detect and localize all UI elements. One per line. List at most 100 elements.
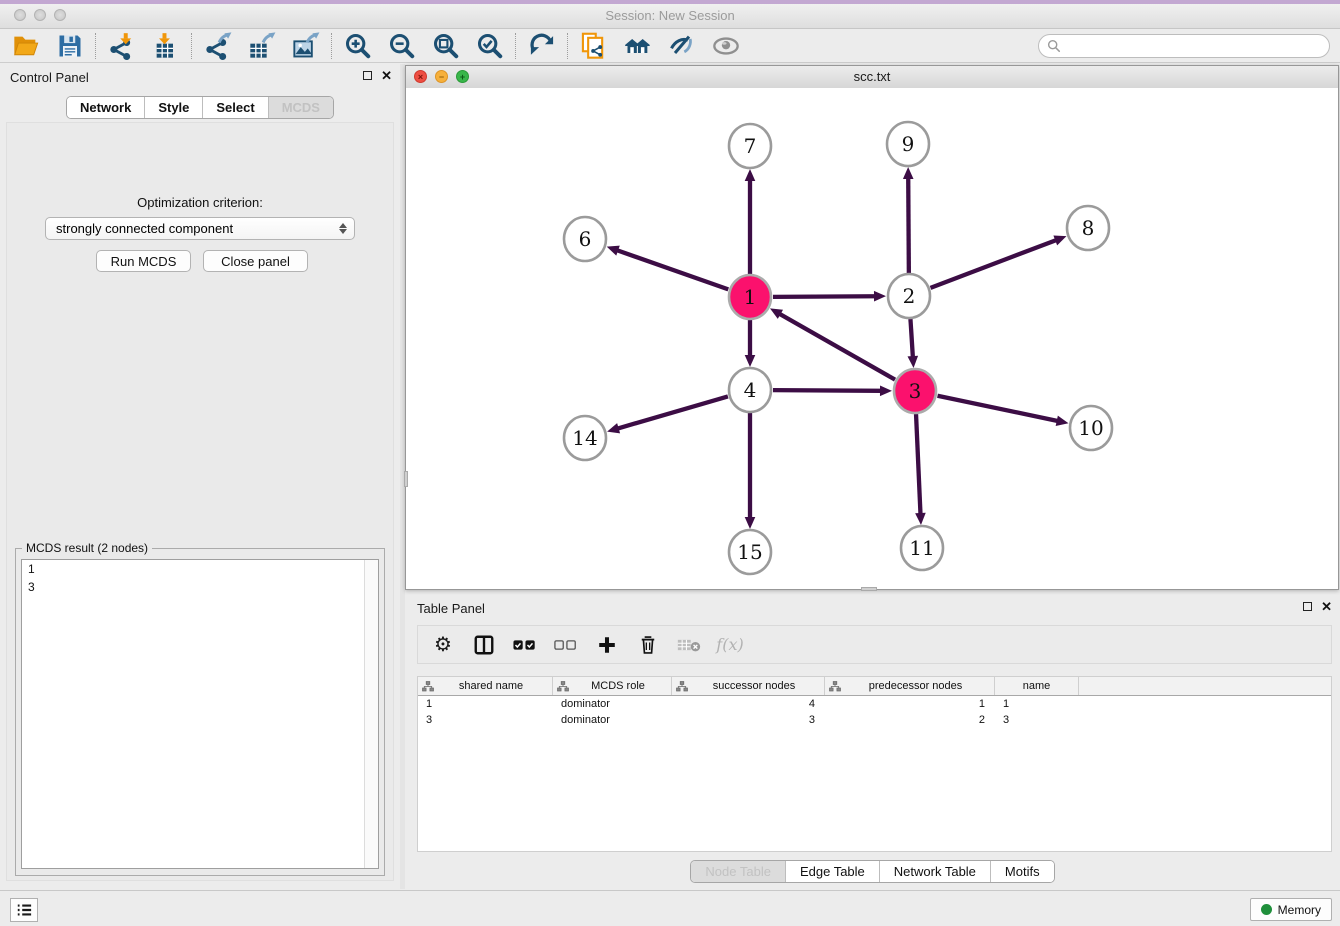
export-image-button[interactable] — [284, 30, 328, 62]
tab-mcds[interactable]: MCDS — [268, 97, 333, 118]
graph-edge-4-14[interactable] — [607, 396, 728, 433]
toggle-visual-style-button[interactable] — [660, 30, 704, 62]
network-window-titlebar[interactable]: × − + scc.txt — [406, 66, 1338, 89]
graph-node-15[interactable]: 15 — [729, 530, 771, 574]
result-scrollbar[interactable] — [364, 560, 378, 868]
network-canvas[interactable]: 7 9 6 8 1 2 4 3 14 10 15 11 — [406, 88, 1338, 589]
bottom-splitter-grip[interactable] — [861, 587, 877, 591]
table-row[interactable]: 3dominator323 — [418, 712, 1331, 728]
graph-edge-2-9[interactable] — [903, 167, 914, 273]
close-panel-icon[interactable]: ✕ — [381, 70, 392, 81]
column-header-shared-name[interactable]: shared name — [418, 677, 553, 695]
control-panel-title: Control Panel — [10, 70, 89, 85]
cell-successor-nodes: 4 — [672, 696, 825, 712]
graph-node-9[interactable]: 9 — [887, 122, 929, 166]
graph-node-10[interactable]: 10 — [1070, 406, 1112, 450]
toolbar-separator — [191, 33, 193, 59]
mcds-result-item[interactable]: 1 — [22, 560, 378, 578]
graph-node-8[interactable]: 8 — [1067, 206, 1109, 250]
graph-node-11[interactable]: 11 — [901, 526, 943, 570]
graph-edge-1-4[interactable] — [745, 320, 756, 367]
graph-edge-3-1[interactable] — [770, 308, 895, 379]
run-mcds-button[interactable]: Run MCDS — [96, 250, 191, 272]
graph-node-3[interactable]: 3 — [894, 369, 936, 413]
graph-edge-3-11[interactable] — [915, 414, 926, 525]
delete-row-button[interactable] — [635, 632, 661, 658]
open-session-button[interactable] — [4, 30, 48, 62]
tab-select[interactable]: Select — [202, 97, 267, 118]
zoom-out-button[interactable] — [380, 30, 424, 62]
tab-motifs[interactable]: Motifs — [990, 861, 1054, 882]
table-settings-button[interactable]: ⚙ — [430, 632, 456, 658]
column-header-predecessor-nodes[interactable]: predecessor nodes — [825, 677, 995, 695]
close-panel-button[interactable]: Close panel — [203, 250, 308, 272]
select-all-button[interactable] — [512, 632, 538, 658]
left-splitter-grip[interactable] — [404, 471, 408, 487]
float-panel-icon[interactable] — [363, 71, 372, 80]
task-history-button[interactable] — [10, 898, 38, 922]
mcds-result-title: MCDS result (2 nodes) — [22, 541, 152, 555]
graph-node-6[interactable]: 6 — [564, 217, 606, 261]
graph-node-14[interactable]: 14 — [564, 416, 606, 460]
column-header-MCDS-role[interactable]: MCDS role — [553, 677, 672, 695]
search-input[interactable] — [1066, 38, 1321, 54]
export-table-button[interactable] — [240, 30, 284, 62]
svg-text:11: 11 — [909, 536, 934, 560]
graph-node-1[interactable]: 1 — [729, 275, 771, 319]
zoom-selected-button[interactable] — [468, 30, 512, 62]
svg-text:1: 1 — [744, 285, 757, 309]
memory-button[interactable]: Memory — [1250, 898, 1332, 921]
tab-style[interactable]: Style — [144, 97, 202, 118]
float-table-panel-icon[interactable] — [1303, 602, 1312, 611]
column-header-name[interactable]: name — [995, 677, 1079, 695]
zoom-in-button[interactable] — [336, 30, 380, 62]
mcds-result-item[interactable]: 3 — [22, 578, 378, 596]
zoom-fit-icon — [432, 32, 460, 60]
graph-node-4[interactable]: 4 — [729, 368, 771, 412]
tab-network-table[interactable]: Network Table — [879, 861, 990, 882]
unselect-all-button[interactable] — [553, 632, 579, 658]
graph-edge-3-10[interactable] — [938, 396, 1069, 426]
zoom-in-icon — [344, 32, 372, 60]
status-bar: Memory — [0, 890, 1340, 926]
graph-edge-4-15[interactable] — [745, 413, 756, 529]
show-networks-home-button[interactable] — [616, 30, 660, 62]
control-panel-tabs: NetworkStyleSelectMCDS — [0, 96, 400, 119]
graph-node-2[interactable]: 2 — [888, 274, 930, 318]
save-session-button[interactable] — [48, 30, 92, 62]
graph-edge-2-3[interactable] — [908, 319, 919, 368]
add-row-button[interactable] — [594, 632, 620, 658]
tab-network[interactable]: Network — [67, 97, 144, 118]
graph-node-7[interactable]: 7 — [729, 124, 771, 168]
tab-node-table[interactable]: Node Table — [691, 861, 785, 882]
close-table-panel-icon[interactable]: ✕ — [1321, 601, 1332, 612]
export-network-button[interactable] — [196, 30, 240, 62]
import-network-button[interactable] — [100, 30, 144, 62]
graph-edge-1-6[interactable] — [607, 246, 729, 290]
search-icon — [1047, 39, 1061, 53]
show-columns-button[interactable] — [471, 632, 497, 658]
optimization-criterion-select[interactable]: strongly connected component — [45, 217, 355, 240]
window-title: Session: New Session — [0, 8, 1340, 23]
column-header-successor-nodes[interactable]: successor nodes — [672, 677, 825, 695]
table-settings-icon: ⚙ — [434, 635, 452, 655]
graph-edge-1-2[interactable] — [773, 291, 886, 302]
graph-edge-2-8[interactable] — [931, 235, 1067, 287]
graph-edge-4-3[interactable] — [773, 385, 892, 396]
table-row[interactable]: 1dominator411 — [418, 696, 1331, 712]
function-builder-button[interactable]: f(x) — [717, 632, 743, 658]
graph-edge-1-7[interactable] — [745, 169, 756, 274]
delete-table-button[interactable] — [676, 632, 702, 658]
control-panel: Control Panel ✕ NetworkStyleSelectMCDS O… — [0, 64, 400, 889]
new-network-from-selection-button[interactable] — [572, 30, 616, 62]
show-hide-panel-button[interactable] — [704, 30, 748, 62]
import-table-button[interactable] — [144, 30, 188, 62]
tab-edge-table[interactable]: Edge Table — [785, 861, 879, 882]
refresh-network-button[interactable] — [520, 30, 564, 62]
optimization-criterion-value: strongly connected component — [56, 221, 233, 236]
unselect-all-icon — [554, 639, 578, 651]
table-panel-title: Table Panel — [417, 601, 485, 616]
optimization-criterion-label: Optimization criterion: — [7, 195, 393, 210]
cell-shared-name: 3 — [418, 712, 553, 728]
zoom-fit-button[interactable] — [424, 30, 468, 62]
